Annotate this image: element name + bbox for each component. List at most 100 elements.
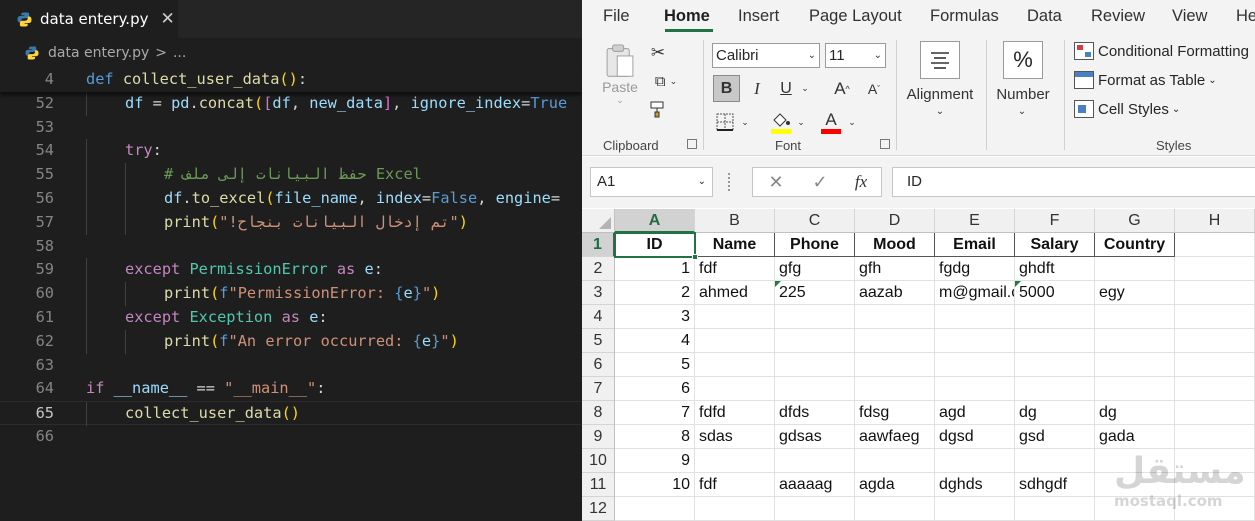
table-cell[interactable] bbox=[935, 497, 1015, 521]
table-cell[interactable]: gfh bbox=[855, 257, 935, 281]
fill-color-icon[interactable] bbox=[768, 108, 794, 136]
table-cell[interactable]: 8 bbox=[615, 425, 695, 449]
row-header[interactable]: 7 bbox=[582, 377, 615, 401]
table-cell[interactable] bbox=[1175, 281, 1255, 305]
column-header[interactable]: E bbox=[935, 209, 1015, 233]
header-cell[interactable]: Salary bbox=[1015, 233, 1095, 257]
table-cell[interactable]: 10 bbox=[615, 473, 695, 497]
breadcrumb-symbol[interactable]: ... bbox=[173, 45, 186, 61]
tab-data[interactable]: Data bbox=[1027, 7, 1062, 26]
table-cell[interactable] bbox=[1095, 329, 1175, 353]
italic-button[interactable]: I bbox=[746, 75, 768, 102]
increase-font-button[interactable]: A ^ bbox=[829, 75, 855, 102]
header-cell[interactable]: Country bbox=[1095, 233, 1175, 257]
tab-insert[interactable]: Insert bbox=[738, 7, 779, 26]
table-cell[interactable]: m@gmail.c bbox=[935, 281, 1015, 305]
table-cell[interactable] bbox=[1095, 353, 1175, 377]
enter-icon[interactable]: ✓ bbox=[809, 170, 831, 194]
fill-color-dropdown-icon[interactable]: ⌄ bbox=[795, 110, 807, 134]
sticky-scroll-line[interactable]: 4 def collect_user_data(): bbox=[0, 68, 582, 92]
select-all-button[interactable] bbox=[582, 209, 615, 233]
code-line[interactable]: 57 print("!تم إدخال البيانات بنجاح") bbox=[0, 210, 582, 235]
table-cell[interactable] bbox=[855, 305, 935, 329]
table-cell[interactable] bbox=[855, 497, 935, 521]
font-color-dropdown-icon[interactable]: ⌄ bbox=[846, 110, 858, 134]
tab-page-layout[interactable]: Page Layout bbox=[809, 7, 902, 26]
table-cell[interactable]: aawfaeg bbox=[855, 425, 935, 449]
table-cell[interactable] bbox=[1175, 377, 1255, 401]
table-cell[interactable]: 1 bbox=[615, 257, 695, 281]
number-label[interactable]: Number bbox=[992, 84, 1054, 104]
table-cell[interactable]: dghds bbox=[935, 473, 1015, 497]
insert-function-icon[interactable]: fx bbox=[849, 170, 873, 194]
code-line[interactable]: 64 if __name__ == "__main__": bbox=[0, 377, 582, 401]
table-cell[interactable]: gada bbox=[1095, 425, 1175, 449]
table-cell[interactable]: 3 bbox=[615, 305, 695, 329]
formula-bar-grip[interactable] bbox=[728, 173, 731, 191]
table-cell[interactable]: dg bbox=[1015, 401, 1095, 425]
table-cell[interactable]: 225 bbox=[775, 281, 855, 305]
code-line[interactable]: 59 except PermissionError as e: bbox=[0, 258, 582, 283]
bold-button[interactable]: B bbox=[713, 75, 740, 102]
tab-help[interactable]: He bbox=[1236, 7, 1255, 26]
header-cell[interactable]: Name bbox=[695, 233, 775, 257]
table-cell[interactable] bbox=[775, 497, 855, 521]
tab-formulas[interactable]: Formulas bbox=[930, 7, 999, 26]
code-line[interactable]: 52 df = pd.concat([df, new_data], ignore_… bbox=[0, 91, 582, 116]
row-header[interactable]: 1 bbox=[582, 233, 615, 257]
table-cell[interactable] bbox=[855, 329, 935, 353]
table-cell[interactable]: dg bbox=[1095, 401, 1175, 425]
table-cell[interactable] bbox=[695, 353, 775, 377]
table-cell[interactable] bbox=[1175, 353, 1255, 377]
tab-review[interactable]: Review bbox=[1091, 7, 1145, 26]
close-tab-icon[interactable]: ✕ bbox=[160, 9, 174, 29]
row-header[interactable]: 11 bbox=[582, 473, 615, 497]
cut-icon[interactable]: ✂ bbox=[648, 42, 668, 64]
underline-button[interactable]: U bbox=[775, 75, 797, 102]
breadcrumb-file[interactable]: data entery.py bbox=[48, 45, 149, 61]
name-box[interactable]: A1 ⌄ bbox=[590, 167, 713, 197]
code-line[interactable]: 66 bbox=[0, 425, 582, 449]
row-header[interactable]: 6 bbox=[582, 353, 615, 377]
code-line[interactable]: 54 try: bbox=[0, 139, 582, 164]
alignment-icon[interactable] bbox=[920, 41, 960, 79]
table-cell[interactable] bbox=[1175, 305, 1255, 329]
number-dropdown-icon[interactable]: ⌄ bbox=[1014, 104, 1030, 118]
table-cell[interactable]: dfds bbox=[775, 401, 855, 425]
cancel-icon[interactable]: ✕ bbox=[765, 170, 787, 194]
table-cell[interactable] bbox=[775, 305, 855, 329]
row-header[interactable]: 8 bbox=[582, 401, 615, 425]
table-cell[interactable] bbox=[1015, 305, 1095, 329]
table-cell[interactable]: egy bbox=[1095, 281, 1175, 305]
table-cell[interactable]: ghdft bbox=[1015, 257, 1095, 281]
table-cell[interactable]: fdfd bbox=[695, 401, 775, 425]
table-cell[interactable] bbox=[775, 449, 855, 473]
table-cell[interactable]: agd bbox=[935, 401, 1015, 425]
tab-home[interactable]: Home bbox=[664, 7, 710, 26]
row-header[interactable]: 3 bbox=[582, 281, 615, 305]
table-cell[interactable] bbox=[1015, 497, 1095, 521]
table-cell[interactable]: 4 bbox=[615, 329, 695, 353]
column-header[interactable]: C bbox=[775, 209, 855, 233]
table-cell[interactable] bbox=[775, 329, 855, 353]
header-cell[interactable]: Email bbox=[935, 233, 1015, 257]
table-cell[interactable] bbox=[935, 305, 1015, 329]
table-cell[interactable]: agda bbox=[855, 473, 935, 497]
editor-tab[interactable]: data entery.py ✕ bbox=[0, 0, 178, 38]
header-cell[interactable]: Phone bbox=[775, 233, 855, 257]
table-cell[interactable] bbox=[1095, 305, 1175, 329]
alignment-label[interactable]: Alignment bbox=[904, 84, 976, 104]
table-cell[interactable]: 7 bbox=[615, 401, 695, 425]
cell-styles-button[interactable]: Cell Styles ⌄ bbox=[1074, 100, 1180, 118]
header-cell[interactable]: Mood bbox=[855, 233, 935, 257]
fill-handle[interactable] bbox=[692, 254, 698, 260]
table-cell[interactable]: 5 bbox=[615, 353, 695, 377]
code-line[interactable]: 55 # حفظ البيانات إلى ملف Excel bbox=[0, 163, 582, 187]
table-cell[interactable]: sdhgdf bbox=[1015, 473, 1095, 497]
code-line[interactable]: 61 except Exception as e: bbox=[0, 306, 582, 330]
table-cell[interactable] bbox=[775, 377, 855, 401]
table-cell[interactable]: fdf bbox=[695, 473, 775, 497]
table-cell[interactable] bbox=[695, 305, 775, 329]
table-cell[interactable] bbox=[695, 377, 775, 401]
code-line[interactable]: 60 print(f"PermissionError: {e}") bbox=[0, 282, 582, 306]
